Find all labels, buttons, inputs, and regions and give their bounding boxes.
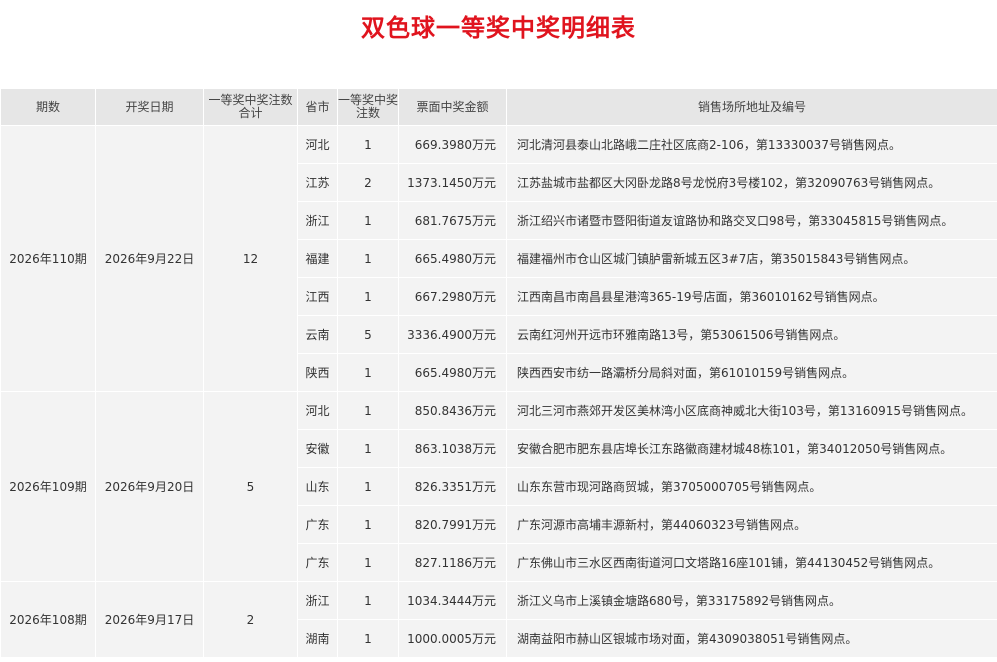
address-cell: 云南红河州开远市环雅南路13号，第53061506号销售网点。: [506, 315, 997, 354]
date-cell: 2026年9月22日: [95, 125, 204, 392]
amount-cell: 667.2980万元: [398, 277, 507, 316]
province-cell: 江苏: [297, 163, 338, 202]
province-cell: 江西: [297, 277, 338, 316]
count-cell: 5: [337, 315, 399, 354]
count-cell: 1: [337, 201, 399, 240]
address-cell: 江苏盐城市盐都区大冈卧龙路8号龙悦府3号楼102，第32090763号销售网点。: [506, 163, 997, 202]
amount-cell: 1034.3444万元: [398, 581, 507, 620]
count-cell: 2: [337, 163, 399, 202]
table-header-row: 期数 开奖日期 一等奖中奖注数合计 省市 一等奖中奖注数 票面中奖金额 销售场所…: [0, 88, 997, 126]
table-row: 2026年110期 2026年9月22日 12 河北 1 669.3980万元 …: [0, 125, 997, 392]
count-cell: 1: [337, 581, 399, 620]
amount-cell: 665.4980万元: [398, 353, 507, 392]
address-cell: 广东佛山市三水区西南街道河口文塔路16座101铺，第44130452号销售网点。: [506, 543, 997, 582]
table-row: 2026年109期 2026年9月20日 5 河北 1 850.8436万元 河…: [0, 391, 997, 582]
count-cell: 1: [337, 467, 399, 506]
amount-cell: 827.1186万元: [398, 543, 507, 582]
header-amount: 票面中奖金额: [398, 88, 507, 126]
header-date: 开奖日期: [95, 88, 204, 126]
issue-cell: 2026年109期: [0, 391, 96, 582]
total-cell: 5: [203, 391, 298, 582]
address-cell: 江西南昌市南昌县星港湾365-19号店面，第36010162号销售网点。: [506, 277, 997, 316]
count-cell: 1: [337, 239, 399, 278]
issue-cell: 2026年108期: [0, 581, 96, 658]
address-cell: 河北三河市燕郊开发区美林湾小区底商神威北大街103号，第13160915号销售网…: [506, 391, 997, 430]
date-cell: 2026年9月17日: [95, 581, 204, 658]
amount-cell: 681.7675万元: [398, 201, 507, 240]
amount-cell: 863.1038万元: [398, 429, 507, 468]
address-cell: 福建福州市仓山区城门镇胪雷新城五区3#7店，第35015843号销售网点。: [506, 239, 997, 278]
total-cell: 12: [203, 125, 298, 392]
issue-cell: 2026年110期: [0, 125, 96, 392]
address-cell: 浙江绍兴市诸暨市暨阳街道友谊路协和路交叉口98号，第33045815号销售网点。: [506, 201, 997, 240]
header-address: 销售场所地址及编号: [506, 88, 997, 126]
total-cell: 2: [203, 581, 298, 658]
province-cell: 浙江: [297, 201, 338, 240]
header-total: 一等奖中奖注数合计: [203, 88, 298, 126]
count-cell: 1: [337, 277, 399, 316]
count-cell: 1: [337, 353, 399, 392]
count-cell: 1: [337, 125, 399, 164]
table-row: 2026年108期 2026年9月17日 2 浙江 1 1034.3444万元 …: [0, 581, 997, 658]
address-cell: 河北清河县泰山北路峨二庄社区底商2-106，第13330037号销售网点。: [506, 125, 997, 164]
amount-cell: 669.3980万元: [398, 125, 507, 164]
count-cell: 1: [337, 619, 399, 658]
winners-table: 期数 开奖日期 一等奖中奖注数合计 省市 一等奖中奖注数 票面中奖金额 销售场所…: [0, 88, 997, 658]
amount-cell: 1000.0005万元: [398, 619, 507, 658]
amount-cell: 3336.4900万元: [398, 315, 507, 354]
header-issue: 期数: [0, 88, 96, 126]
province-cell: 安徽: [297, 429, 338, 468]
count-cell: 1: [337, 391, 399, 430]
header-province: 省市: [297, 88, 338, 126]
address-cell: 浙江义乌市上溪镇金塘路680号，第33175892号销售网点。: [506, 581, 997, 620]
amount-cell: 820.7991万元: [398, 505, 507, 544]
date-cell: 2026年9月20日: [95, 391, 204, 582]
header-count: 一等奖中奖注数: [337, 88, 399, 126]
count-cell: 1: [337, 543, 399, 582]
province-cell: 湖南: [297, 619, 338, 658]
province-cell: 陕西: [297, 353, 338, 392]
province-cell: 云南: [297, 315, 338, 354]
province-cell: 山东: [297, 467, 338, 506]
count-cell: 1: [337, 429, 399, 468]
amount-cell: 1373.1450万元: [398, 163, 507, 202]
province-cell: 福建: [297, 239, 338, 278]
amount-cell: 826.3351万元: [398, 467, 507, 506]
address-cell: 陕西西安市纺一路灞桥分局斜对面，第61010159号销售网点。: [506, 353, 997, 392]
province-cell: 河北: [297, 125, 338, 164]
page-title: 双色球一等奖中奖明细表: [361, 14, 636, 42]
province-cell: 广东: [297, 505, 338, 544]
address-cell: 安徽合肥市肥东县店埠长江东路徽商建材城48栋101，第34012050号销售网点…: [506, 429, 997, 468]
amount-cell: 665.4980万元: [398, 239, 507, 278]
count-cell: 1: [337, 505, 399, 544]
province-cell: 广东: [297, 543, 338, 582]
amount-cell: 850.8436万元: [398, 391, 507, 430]
address-cell: 山东东营市现河路商贸城，第3705000705号销售网点。: [506, 467, 997, 506]
province-cell: 河北: [297, 391, 338, 430]
address-cell: 湖南益阳市赫山区银城市场对面，第4309038051号销售网点。: [506, 619, 997, 658]
address-cell: 广东河源市高埔丰源新村，第44060323号销售网点。: [506, 505, 997, 544]
province-cell: 浙江: [297, 581, 338, 620]
